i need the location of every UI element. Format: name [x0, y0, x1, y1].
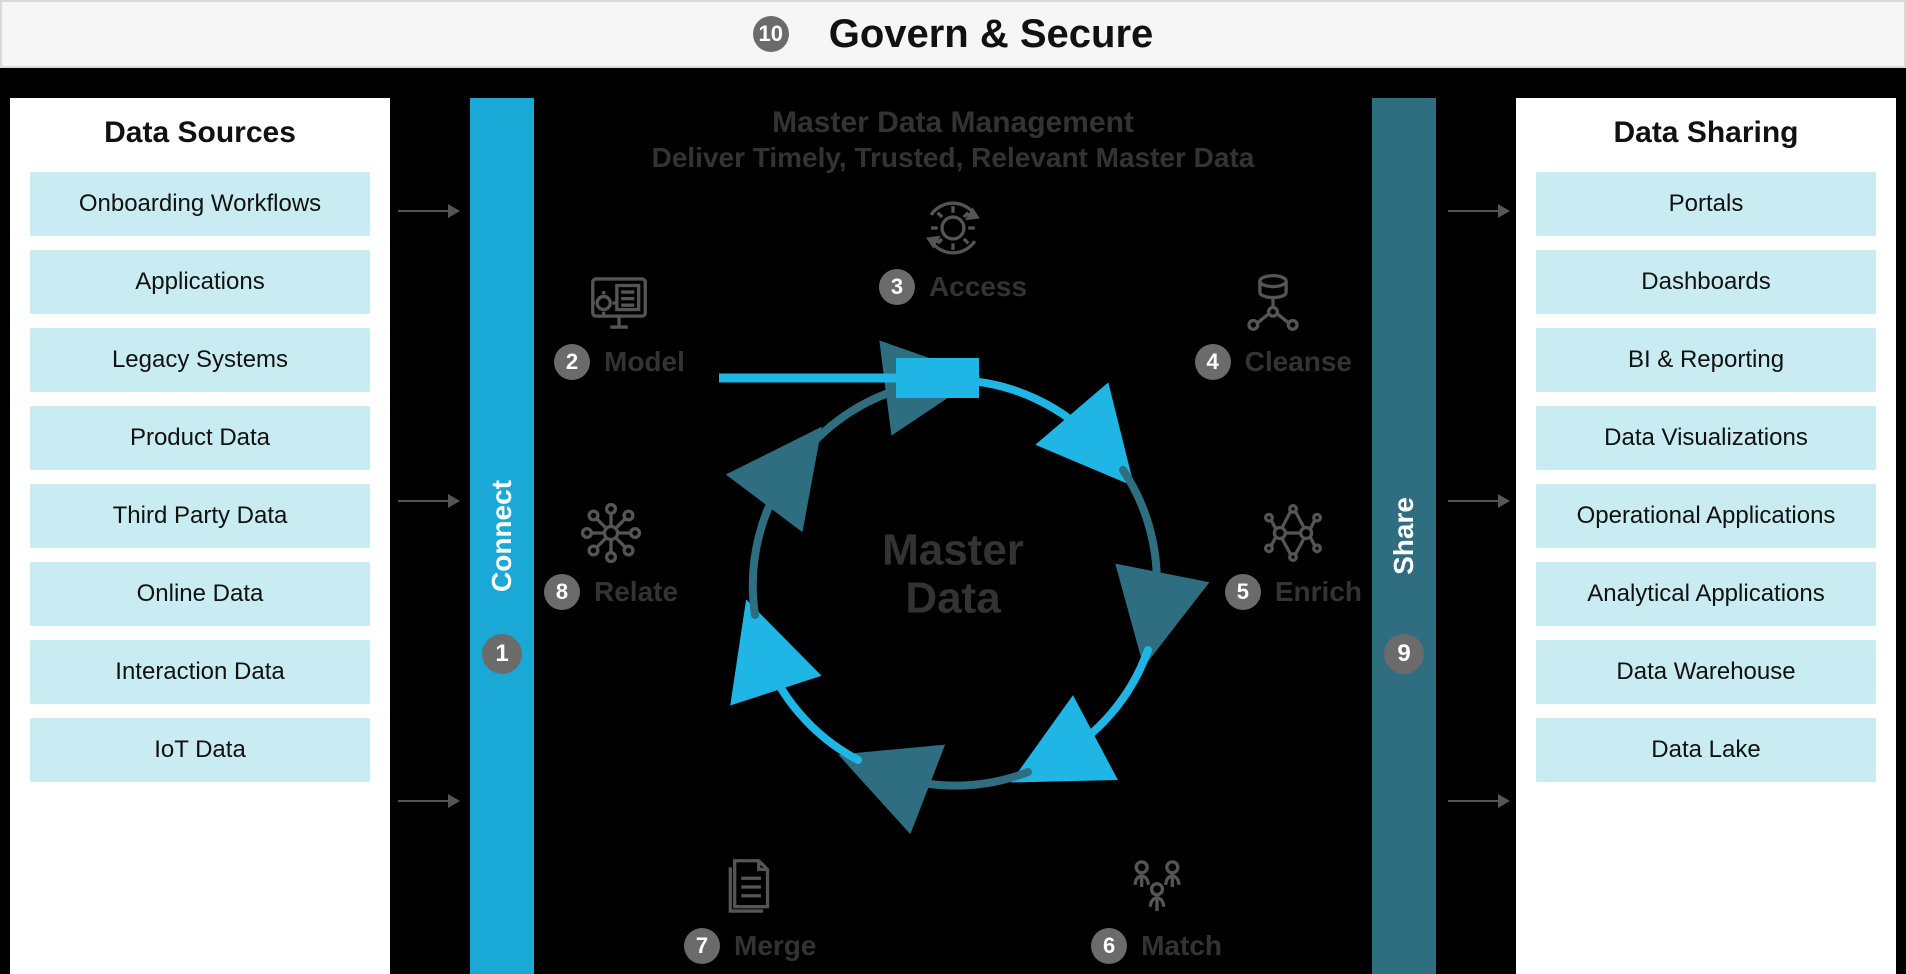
step-access: 3 Access	[879, 193, 1027, 305]
source-item: Legacy Systems	[30, 328, 370, 392]
connect-label: Connect	[486, 480, 518, 592]
model-entry-arrow-icon	[719, 358, 979, 398]
step-number-9: 9	[1384, 634, 1424, 674]
step-number-1: 1	[482, 634, 522, 674]
sharing-item: Data Visualizations	[1536, 406, 1876, 470]
step-label-access: Access	[929, 271, 1027, 303]
data-sharing-title: Data Sharing	[1536, 116, 1876, 150]
sharing-item: BI & Reporting	[1536, 328, 1876, 392]
source-item: Onboarding Workflows	[30, 172, 370, 236]
data-cleanse-icon	[1238, 268, 1308, 338]
sharing-item: Dashboards	[1536, 250, 1876, 314]
step-enrich: 5 Enrich	[1225, 498, 1362, 610]
gear-cycle-icon	[918, 193, 988, 263]
source-item: Product Data	[30, 406, 370, 470]
connect-bar: Connect 1	[470, 98, 534, 974]
flow-arrow-icon	[1448, 500, 1508, 502]
step-relate: 8 Relate	[544, 498, 678, 610]
step-label-model: Model	[604, 346, 685, 378]
documents-icon	[715, 852, 785, 922]
step-model: 2 Model	[554, 268, 685, 380]
main-row: Data Sources Onboarding Workflows Applic…	[0, 80, 1906, 974]
flow-arrow-icon	[398, 210, 458, 212]
topbar-govern-secure: 10 Govern & Secure	[0, 0, 1906, 68]
step-label-match: Match	[1141, 930, 1222, 962]
step-number-8: 8	[544, 574, 580, 610]
people-group-icon	[1122, 852, 1192, 922]
source-item: Online Data	[30, 562, 370, 626]
step-number-10: 10	[753, 16, 789, 52]
source-item: Applications	[30, 250, 370, 314]
share-bar: Share 9	[1372, 98, 1436, 974]
flow-arrow-icon	[398, 500, 458, 502]
step-number-6: 6	[1091, 928, 1127, 964]
enrich-network-icon	[1258, 498, 1328, 568]
step-merge: 7 Merge	[684, 852, 816, 964]
step-number-4: 4	[1195, 344, 1231, 380]
source-item: Interaction Data	[30, 640, 370, 704]
step-label-relate: Relate	[594, 576, 678, 608]
sharing-item: Operational Applications	[1536, 484, 1876, 548]
step-number-5: 5	[1225, 574, 1261, 610]
sharing-item: Portals	[1536, 172, 1876, 236]
monitor-config-icon	[584, 268, 654, 338]
sharing-item: Analytical Applications	[1536, 562, 1876, 626]
sharing-item: Data Warehouse	[1536, 640, 1876, 704]
master-data-label: Master Data	[882, 526, 1024, 623]
data-sources-title: Data Sources	[30, 116, 370, 150]
flow-arrow-icon	[398, 800, 458, 802]
data-sources-panel: Data Sources Onboarding Workflows Applic…	[10, 98, 390, 974]
flow-arrow-icon	[1448, 800, 1508, 802]
topbar-title: Govern & Secure	[829, 12, 1154, 57]
step-match: 6 Match	[1091, 852, 1222, 964]
step-label-merge: Merge	[734, 930, 816, 962]
step-label-cleanse: Cleanse	[1245, 346, 1352, 378]
step-number-2: 2	[554, 344, 590, 380]
center-title-line1: Master Data Management	[534, 104, 1372, 142]
center-title-line2: Deliver Timely, Trusted, Relevant Master…	[534, 142, 1372, 174]
network-icon	[576, 498, 646, 568]
share-label: Share	[1388, 497, 1420, 575]
step-number-7: 7	[684, 928, 720, 964]
step-cleanse: 4 Cleanse	[1195, 268, 1352, 380]
source-item: Third Party Data	[30, 484, 370, 548]
center-area: Master Data Management Deliver Timely, T…	[534, 98, 1372, 974]
flow-arrow-icon	[1448, 210, 1508, 212]
source-item: IoT Data	[30, 718, 370, 782]
step-number-3: 3	[879, 269, 915, 305]
step-label-enrich: Enrich	[1275, 576, 1362, 608]
sharing-item: Data Lake	[1536, 718, 1876, 782]
data-sharing-panel: Data Sharing Portals Dashboards BI & Rep…	[1516, 98, 1896, 974]
